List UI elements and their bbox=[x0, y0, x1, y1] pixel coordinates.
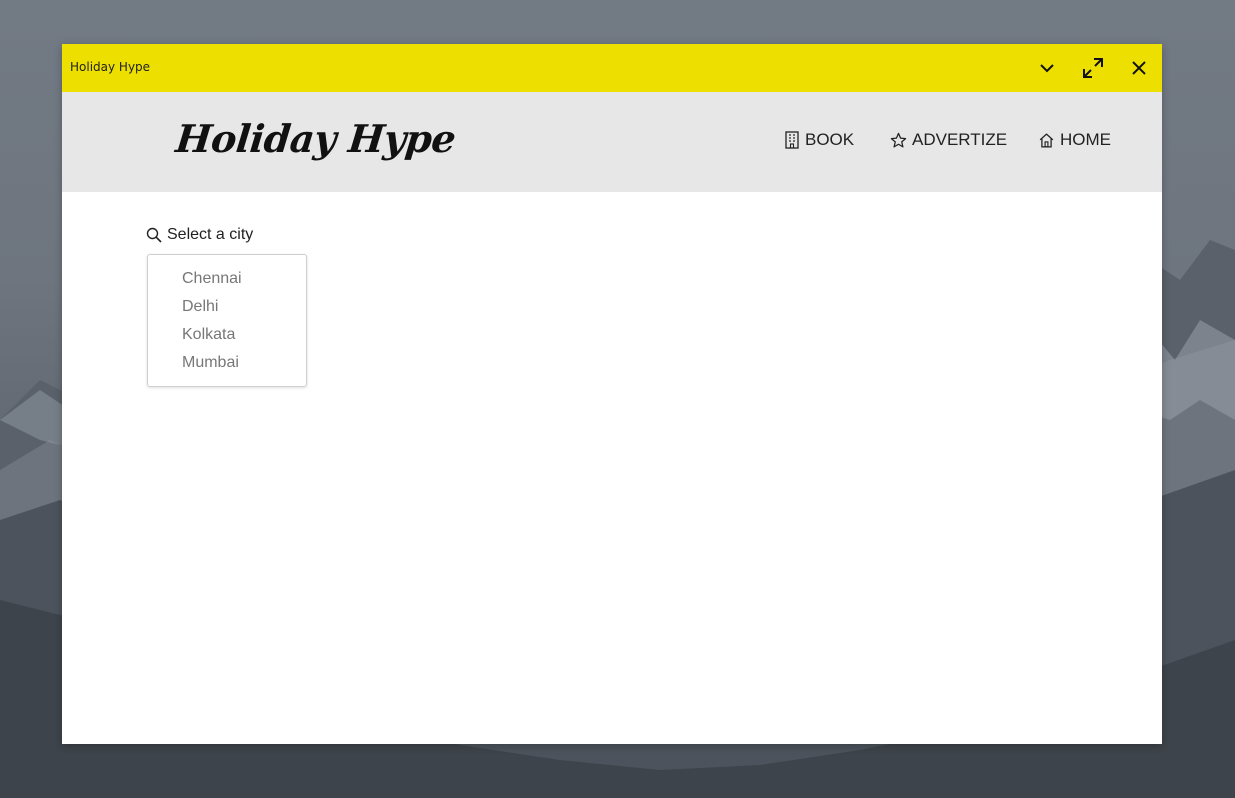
building-icon bbox=[785, 131, 799, 149]
nav-home[interactable]: HOME bbox=[1038, 130, 1111, 150]
main-content: Select a city Chennai Delhi Kolkata Mumb… bbox=[62, 192, 1162, 744]
city-option-chennai[interactable]: Chennai bbox=[148, 265, 306, 293]
close-icon bbox=[1132, 61, 1146, 75]
search-icon bbox=[146, 227, 162, 243]
city-select-label: Select a city bbox=[146, 226, 253, 244]
city-option-mumbai[interactable]: Mumbai bbox=[148, 349, 306, 377]
city-listbox[interactable]: Chennai Delhi Kolkata Mumbai bbox=[147, 254, 307, 387]
nav-book[interactable]: BOOK bbox=[784, 130, 854, 150]
window-titlebar[interactable]: Holiday Hype bbox=[62, 44, 1162, 92]
maximize-button[interactable] bbox=[1077, 52, 1109, 84]
city-option-delhi[interactable]: Delhi bbox=[148, 293, 306, 321]
expand-icon bbox=[1083, 58, 1103, 78]
city-select-label-text: Select a city bbox=[167, 226, 254, 243]
star-icon bbox=[890, 132, 907, 148]
nav-advertize-label: ADVERTIZE bbox=[912, 130, 1008, 149]
nav-book-label: BOOK bbox=[805, 130, 855, 149]
app-header: Holiday Hype BOOK ADVERTIZE HOME bbox=[62, 92, 1162, 192]
window-menu-button[interactable] bbox=[1031, 52, 1063, 84]
window-title: Holiday Hype bbox=[70, 60, 151, 74]
nav-home-label: HOME bbox=[1060, 130, 1111, 149]
nav-advertize[interactable]: ADVERTIZE bbox=[890, 130, 1007, 150]
site-logo[interactable]: Holiday Hype bbox=[174, 116, 458, 161]
app-window: Holiday Hype Holiday Hype BOOK ADVERTIZE… bbox=[62, 44, 1162, 744]
close-button[interactable] bbox=[1123, 52, 1155, 84]
city-option-kolkata[interactable]: Kolkata bbox=[148, 321, 306, 349]
home-icon bbox=[1039, 132, 1054, 148]
chevron-down-icon bbox=[1040, 64, 1054, 73]
